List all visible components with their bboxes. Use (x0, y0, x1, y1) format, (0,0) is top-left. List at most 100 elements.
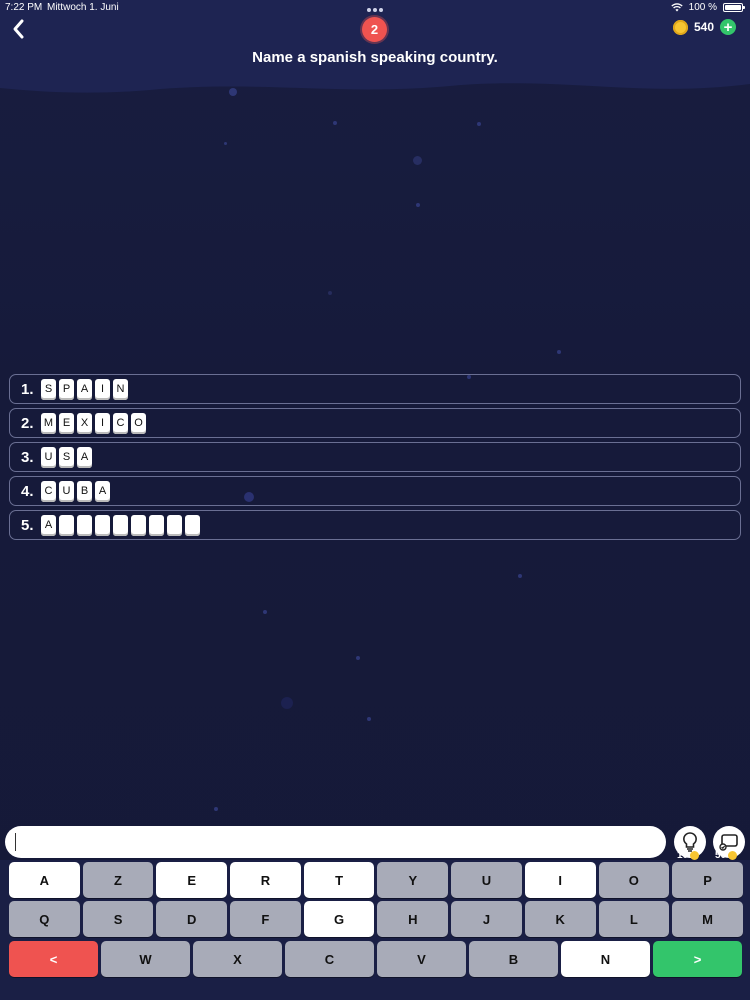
coin-icon (672, 19, 688, 35)
answer-input[interactable] (5, 826, 666, 858)
letter-tile (59, 514, 74, 536)
keyboard-row: < W X C V B N > (9, 941, 742, 977)
answer-row: 4. C U B A (9, 476, 741, 506)
decor-dot (263, 610, 267, 614)
key-r[interactable]: R (230, 862, 301, 898)
key-z[interactable]: Z (82, 862, 154, 898)
letter-tiles: SPAIN (41, 378, 128, 400)
letter-tile: I (95, 378, 110, 400)
add-coins-button[interactable]: + (720, 19, 736, 35)
battery-text: 100 % (688, 2, 717, 13)
letter-tile: M (41, 412, 56, 434)
level-badge: 2 (362, 17, 387, 42)
letter-tile: U (59, 480, 74, 502)
letter-tile: C (41, 480, 56, 502)
letter-tile: X (77, 412, 92, 434)
letter-tile (185, 514, 200, 536)
letter-tiles: MEXICO (41, 412, 146, 434)
letter-tiles: CUBA (41, 480, 110, 502)
letter-tile: N (113, 378, 128, 400)
key-j[interactable]: J (451, 901, 522, 937)
letter-tiles: USA (41, 446, 92, 468)
letter-tile: B (77, 480, 92, 502)
key-t[interactable]: T (303, 862, 375, 898)
decor-dot (557, 350, 561, 354)
key-m[interactable]: M (672, 901, 743, 937)
decor-dot (356, 656, 360, 660)
answer-row: 5. A (9, 510, 741, 540)
key-u[interactable]: U (451, 862, 522, 898)
key-o[interactable]: O (598, 862, 670, 898)
answer-row: 1. S P A I N (9, 374, 741, 404)
keyboard-row: QSDFGHJKLM (9, 901, 743, 937)
letter-tile (149, 514, 164, 536)
key-l[interactable]: L (598, 901, 670, 937)
letter-tile (167, 514, 182, 536)
key-f[interactable]: F (230, 901, 301, 937)
decor-dot (367, 717, 371, 721)
decor-dot (413, 156, 422, 165)
key-w[interactable]: W (101, 941, 190, 977)
key-x[interactable]: X (193, 941, 282, 977)
keyboard-row: AZERTYUIOP (9, 862, 743, 898)
key-q[interactable]: Q (9, 901, 80, 937)
letter-tile: A (77, 446, 92, 468)
delete-button[interactable]: < (9, 941, 98, 977)
letter-tile: C (113, 412, 128, 434)
key-g[interactable]: G (303, 901, 375, 937)
answer-number: 1. (21, 380, 34, 398)
key-d[interactable]: D (156, 901, 228, 937)
question-text: Name a spanish speaking country. (252, 49, 498, 66)
letter-tile: A (95, 480, 110, 502)
key-p[interactable]: P (672, 862, 743, 898)
back-arrow-icon[interactable] (10, 18, 28, 40)
decor-dot (477, 122, 481, 126)
letter-tile: E (59, 412, 74, 434)
letter-tile: U (41, 446, 56, 468)
key-y[interactable]: Y (377, 862, 449, 898)
decor-dot (229, 88, 237, 96)
key-a[interactable]: A (9, 862, 80, 898)
letter-tiles: A (41, 514, 200, 536)
submit-button[interactable]: > (653, 941, 742, 977)
letter-tile (131, 514, 146, 536)
decor-dot (328, 291, 332, 295)
key-b[interactable]: B (469, 941, 558, 977)
coin-icon (690, 851, 700, 860)
status-date: Mittwoch 1. Juni (47, 2, 119, 13)
letter-tile: S (41, 378, 56, 400)
letter-tile: A (41, 514, 56, 536)
key-c[interactable]: C (285, 941, 374, 977)
answer-row: 2. M E X I C O (9, 408, 741, 438)
answer-list: 1. S P A I N 2. M E X I C O 3. U S A 4. C U B A 5. A (9, 374, 741, 544)
key-s[interactable]: S (82, 901, 154, 937)
letter-tile: I (95, 412, 110, 434)
decor-dot (333, 121, 337, 125)
letter-tile: O (131, 412, 146, 434)
key-k[interactable]: K (524, 901, 596, 937)
coin-counter: 540 + (672, 19, 736, 35)
key-v[interactable]: V (377, 941, 466, 977)
decor-dot (224, 142, 227, 145)
decor-dot (518, 574, 522, 578)
decor-dot (416, 203, 420, 207)
multitask-grabber[interactable] (367, 8, 383, 12)
decor-dot (214, 807, 218, 811)
battery-icon (723, 3, 745, 12)
letter-tile (113, 514, 128, 536)
letter-tile: S (59, 446, 74, 468)
text-caret (15, 833, 16, 851)
coin-icon (728, 851, 738, 860)
key-i[interactable]: I (524, 862, 596, 898)
wifi-icon (670, 3, 683, 12)
key-n[interactable]: N (561, 941, 650, 977)
key-h[interactable]: H (377, 901, 449, 937)
letter-tile (95, 514, 110, 536)
answer-number: 4. (21, 482, 34, 500)
letter-tile (77, 514, 92, 536)
letter-tile: A (77, 378, 92, 400)
answer-number: 3. (21, 448, 34, 466)
coin-count: 540 (693, 20, 714, 34)
key-e[interactable]: E (156, 862, 228, 898)
answer-number: 5. (21, 516, 34, 534)
